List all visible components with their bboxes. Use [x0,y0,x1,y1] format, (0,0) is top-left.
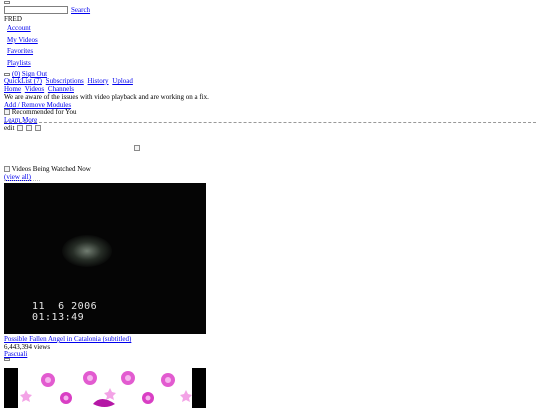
module-toggle-icon[interactable] [4,109,10,116]
star-icon [104,388,116,400]
quicklist-label: QuickList [4,77,32,85]
close-icon[interactable] [34,125,41,132]
flower-icon [60,392,72,404]
main-nav: Home Videos Channels [4,85,76,93]
module-toggle-icon[interactable] [4,166,10,173]
upload-link[interactable]: Upload [112,77,133,85]
loading-image-icon [134,145,140,151]
logo-swirl [93,399,115,407]
recommended-header: Recommended for You [4,108,77,116]
module-divider [4,122,536,123]
menu-item-account[interactable]: Account [7,24,31,32]
menu-item-my-videos[interactable]: My Videos [7,36,38,44]
module-edit-row: edit [4,124,41,132]
history-link[interactable]: History [88,77,109,85]
search-input[interactable] [4,6,68,14]
thumbnail-time-stamp: 01:13:49 [32,312,85,323]
move-down-icon[interactable] [26,125,32,132]
subscriptions-link[interactable]: Subscriptions [46,77,84,85]
thumbnail-date-stamp: 11 6 2006 [32,301,98,312]
flower-icon [41,373,55,387]
flower-icon [121,371,135,385]
menu-item-playlists[interactable]: Playlists [7,59,31,67]
playback-notice: We are aware of the issues with video pl… [4,93,209,101]
being-watched-header: Videos Being Watched Now [4,165,91,173]
star-icon [20,390,32,402]
video-title-link[interactable]: Possible Fallen Angel in Catalonia (subt… [4,335,131,343]
quicklist-count: (7) [33,77,42,85]
site-logo[interactable] [4,1,10,4]
edit-label[interactable]: edit [4,124,15,132]
quick-links-row: QuickList (7) Subscriptions History Uplo… [4,77,135,85]
flower-pattern-image [20,371,192,407]
video-thumbnail[interactable]: 11 6 2006 01:13:49 [4,183,206,334]
search-button[interactable]: Search [71,6,90,14]
video-thumbnail[interactable] [4,368,206,408]
thumbnail-border [192,368,206,408]
nav-videos[interactable]: Videos [25,85,44,93]
menu-item-favorites[interactable]: Favorites [7,47,33,55]
add-to-quicklist-button[interactable] [4,358,10,361]
thumbnail-border [4,368,18,408]
video-uploader-link[interactable]: Pascuali [4,350,27,358]
being-watched-title: Videos Being Watched Now [11,165,91,173]
mail-icon[interactable] [4,72,10,76]
flower-icon [142,392,154,404]
nav-home[interactable]: Home [4,85,21,93]
flower-icon [83,371,97,385]
move-up-icon[interactable] [17,125,24,132]
recommended-title: Recommended for You [11,108,77,116]
star-icon [180,390,192,402]
username-label: FRED [4,15,22,23]
flower-icon [161,373,175,387]
thumbnail-glow [62,235,112,267]
quicklist-link[interactable]: QuickList (7) [4,77,42,85]
nav-channels[interactable]: Channels [48,85,74,93]
